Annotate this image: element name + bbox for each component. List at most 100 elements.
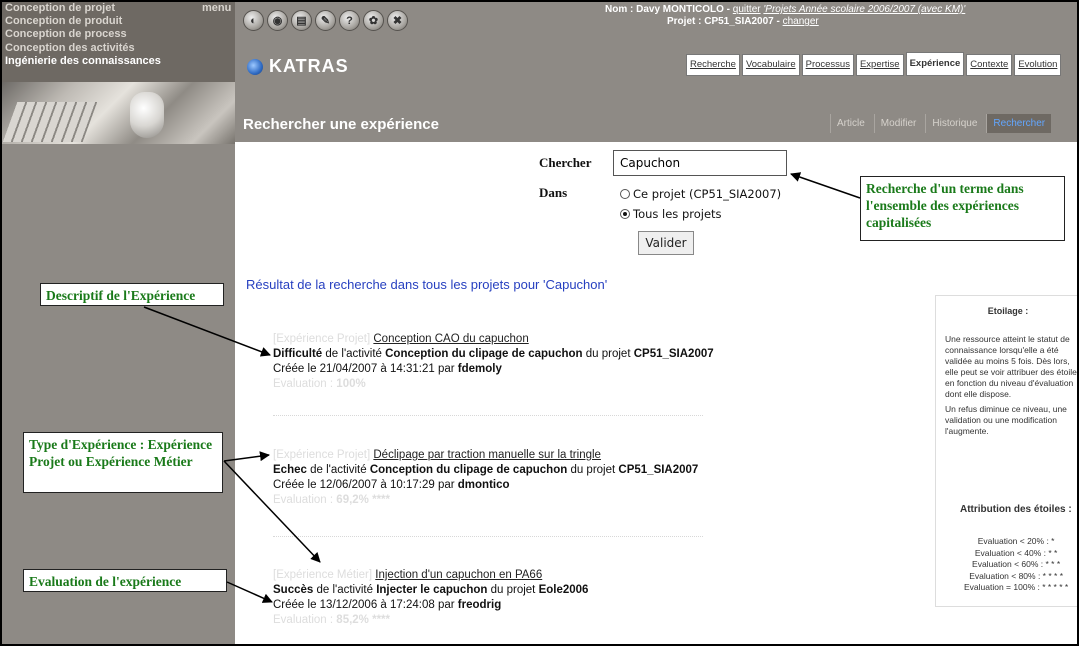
activity-prefix: de l'activité xyxy=(306,464,370,476)
activity-prefix: de l'activité xyxy=(313,584,377,596)
document-icon[interactable]: ▤ xyxy=(291,10,312,31)
tab-vocabulaire[interactable]: Vocabulaire xyxy=(741,54,800,76)
experience-activity: Conception du clipage de capuchon xyxy=(369,464,568,476)
search-icon[interactable]: ◉ xyxy=(267,10,288,31)
user-name: Nom : Davy MONTICOLO - xyxy=(605,4,733,15)
sidebar-item-conception-activites[interactable]: Conception des activités xyxy=(5,42,135,54)
result-heading: Résultat de la recherche dans tous les p… xyxy=(246,277,608,292)
project-prefix: du projet xyxy=(582,348,634,360)
projects-year-link[interactable]: 'Projets Année scolaire 2006/2007 (avec … xyxy=(763,4,965,15)
annotation-recherche: Recherche d'un terme dans l'ensemble des… xyxy=(860,176,1065,241)
sidebar-item-ingenierie-connaissances[interactable]: Ingénierie des connaissances xyxy=(5,55,161,67)
experience-project: Eole2006 xyxy=(538,584,589,596)
experience-activity: Injecter le capuchon xyxy=(376,584,488,596)
etoilage-panel: Etoilage : Une ressource atteint le stat… xyxy=(935,295,1077,607)
list-item: [Expérience Métier] Injection d'un capuc… xyxy=(273,568,588,628)
result-separator xyxy=(273,415,703,416)
sidebar-item-conception-process[interactable]: Conception de process xyxy=(5,28,127,40)
experience-status: Difficulté xyxy=(273,348,323,360)
katras-globe-icon xyxy=(247,58,263,75)
project-prefix: du projet xyxy=(567,464,619,476)
evaluation-value: 100% xyxy=(336,378,366,390)
menu-label: menu xyxy=(202,2,232,14)
tab-expertise[interactable]: Expertise xyxy=(855,54,904,76)
rule-item: Evaluation < 40% : * * xyxy=(974,547,1058,558)
experience-type: [Expérience Projet] xyxy=(273,449,371,461)
mouse-image xyxy=(130,92,164,138)
experience-author: freodrig xyxy=(457,599,502,611)
experience-author: fdemoly xyxy=(457,363,502,375)
sidebar-item-conception-projet[interactable]: Conception de projet xyxy=(5,2,115,14)
sidebar-banner-image xyxy=(2,82,235,144)
experience-type: [Expérience Métier] xyxy=(273,569,373,581)
screenshot-frame: menu Conception de projet Conception de … xyxy=(0,0,1079,646)
evaluation-label: Evaluation : xyxy=(273,494,337,506)
etoilage-title: Etoilage : xyxy=(987,306,1029,316)
keyboard-image xyxy=(2,102,98,142)
tab-contexte[interactable]: Contexte xyxy=(966,54,1013,76)
annotation-type: Type d'Expérience : Expérience Projet ou… xyxy=(23,432,223,493)
quit-link[interactable]: quitter xyxy=(733,4,761,15)
radio-tous-projets[interactable]: Tous les projets xyxy=(620,207,722,221)
experience-project: CP51_SIA2007 xyxy=(618,464,699,476)
radio-button-checked[interactable] xyxy=(620,209,630,219)
radio-button[interactable] xyxy=(620,189,630,199)
tab-recherche[interactable]: Recherche xyxy=(686,54,740,76)
rule-item: Evaluation < 80% : * * * * xyxy=(969,570,1063,581)
search-input[interactable] xyxy=(613,150,787,176)
experience-status: Succès xyxy=(273,584,314,596)
experience-title-link[interactable]: Déclipage par traction manuelle sur la t… xyxy=(373,449,601,461)
subtab-article[interactable]: Article xyxy=(830,114,871,133)
annotation-evaluation: Evaluation de l'expérience xyxy=(23,569,227,592)
sidebar-menu: menu Conception de projet Conception de … xyxy=(2,2,235,82)
subtab-modifier[interactable]: Modifier xyxy=(873,114,923,133)
tab-evolution[interactable]: Evolution xyxy=(1014,54,1062,76)
toolbar-icons: ◐ ◉ ▤ ✎ ? ✿ ✖ xyxy=(243,10,408,31)
app-logo: KATRAS xyxy=(247,56,349,77)
list-item: [Expérience Projet] Conception CAO du ca… xyxy=(273,332,714,392)
evaluation-label: Evaluation : xyxy=(273,378,337,390)
experience-project: CP51_SIA2007 xyxy=(633,348,714,360)
tab-processus[interactable]: Processus xyxy=(801,54,854,76)
page-title: Rechercher une expérience xyxy=(243,116,439,133)
experience-created: Créée le 21/04/2007 à 14:31:21 par xyxy=(273,363,458,375)
help-icon[interactable]: ? xyxy=(339,10,360,31)
experience-activity: Conception du clipage de capuchon xyxy=(385,348,583,360)
project-prefix: du projet xyxy=(487,584,539,596)
sidebar-item-conception-produit[interactable]: Conception de produit xyxy=(5,15,122,27)
tab-experience[interactable]: Expérience xyxy=(905,52,965,76)
page-title-bar: Rechercher une expérience Article Modifi… xyxy=(235,110,1077,142)
rule-item: Evaluation = 100% : * * * * * xyxy=(964,582,1069,592)
list-item: [Expérience Projet] Déclipage par tracti… xyxy=(273,448,698,508)
experience-created: Créée le 13/12/2006 à 17:24:08 par xyxy=(273,599,458,611)
evaluation-label: Evaluation : xyxy=(273,614,337,626)
radio-ce-projet[interactable]: Ce projet (CP51_SIA2007) xyxy=(620,187,781,201)
experience-title-link[interactable]: Injection d'un capuchon en PA66 xyxy=(375,569,542,581)
change-project-link[interactable]: changer xyxy=(783,16,819,27)
valider-button[interactable]: Valider xyxy=(638,231,694,255)
globe-icon[interactable]: ◐ xyxy=(243,10,264,31)
annotation-descriptif: Descriptif de l'Expérience xyxy=(40,283,224,306)
settings-icon[interactable]: ✿ xyxy=(363,10,384,31)
attribution-rules: Evaluation < 20% : * Evaluation < 40% : … xyxy=(964,536,1068,594)
subtab-historique[interactable]: Historique xyxy=(925,114,983,133)
sub-tabs: Article Modifier Historique Rechercher xyxy=(830,114,1052,133)
radio-ce-projet-label: Ce projet (CP51_SIA2007) xyxy=(633,187,782,201)
rule-item: Evaluation < 20% : * xyxy=(977,536,1055,546)
user-info: Nom : Davy MONTICOLO - quitter 'Projets … xyxy=(605,4,965,27)
main-tabs: Recherche Vocabulaire Processus Expertis… xyxy=(686,52,1062,76)
close-icon[interactable]: ✖ xyxy=(387,10,408,31)
subtab-rechercher[interactable]: Rechercher xyxy=(986,114,1052,133)
experience-title-link[interactable]: Conception CAO du capuchon xyxy=(373,333,528,345)
radio-tous-projets-label: Tous les projets xyxy=(633,207,722,221)
result-separator xyxy=(273,536,703,537)
evaluation-value: 69,2% **** xyxy=(336,494,391,506)
rule-item: Evaluation < 60% : * * * xyxy=(972,559,1061,569)
activity-prefix: de l'activité xyxy=(322,348,386,360)
app-header: KATRAS Recherche Vocabulaire Processus E… xyxy=(235,40,1077,120)
sidebar: menu Conception de projet Conception de … xyxy=(2,2,235,644)
experience-created: Créée le 12/06/2007 à 10:17:29 par xyxy=(273,479,458,491)
experience-status: Echec xyxy=(273,464,307,476)
current-project: Projet : CP51_SIA2007 - xyxy=(667,16,783,27)
tools-icon[interactable]: ✎ xyxy=(315,10,336,31)
